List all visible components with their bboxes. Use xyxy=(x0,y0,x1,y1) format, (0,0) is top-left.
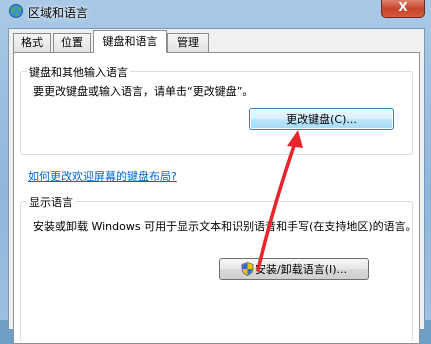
welcome-screen-keyboard-link[interactable]: 如何更改欢迎屏幕的键盘布局? xyxy=(28,168,177,184)
keyboard-description: 要更改键盘或输入语言，请单击“更改键盘”。 xyxy=(33,85,254,98)
install-uninstall-languages-button[interactable]: 安装/卸载语言(I)... xyxy=(219,258,369,280)
tab-panel: 键盘和其他输入语言 要更改键盘或输入语言，请单击“更改键盘”。 更改键盘(C).… xyxy=(13,52,420,344)
close-button[interactable]: X xyxy=(381,0,425,18)
window-title: 区域和语言 xyxy=(28,6,89,20)
tab-location[interactable]: 位置 xyxy=(53,33,91,52)
tab-administrative[interactable]: 管理 xyxy=(167,33,209,52)
display-language-description: 安装或卸载 Windows 可用于显示文本和识别语音和手写(在支持地区)的语言。 xyxy=(33,220,417,233)
region-language-window: 区域和语言 X 格式 位置 键盘和语言 管理 键盘和其他输入语言 要更改键盘或输… xyxy=(0,0,431,344)
change-keyboards-button[interactable]: 更改键盘(C)... xyxy=(249,108,394,130)
uac-shield-icon xyxy=(241,262,254,276)
display-language-group: 显示语言 安装或卸载 Windows 可用于显示文本和识别语音和手写(在支持地区… xyxy=(20,194,417,342)
title-bar[interactable]: 区域和语言 X xyxy=(0,0,431,24)
keyboard-group-title: 键盘和其他输入语言 xyxy=(27,64,130,80)
tab-formats[interactable]: 格式 xyxy=(13,33,51,52)
tab-keyboards-languages[interactable]: 键盘和语言 xyxy=(93,30,167,53)
display-language-title: 显示语言 xyxy=(27,194,75,210)
install-uninstall-label: 安装/卸载语言(I)... xyxy=(254,263,348,276)
globe-icon xyxy=(9,4,23,18)
dialog-client: 格式 位置 键盘和语言 管理 键盘和其他输入语言 要更改键盘或输入语言，请单击“… xyxy=(8,28,425,344)
keyboard-group: 键盘和其他输入语言 要更改键盘或输入语言，请单击“更改键盘”。 更改键盘(C).… xyxy=(20,64,413,155)
